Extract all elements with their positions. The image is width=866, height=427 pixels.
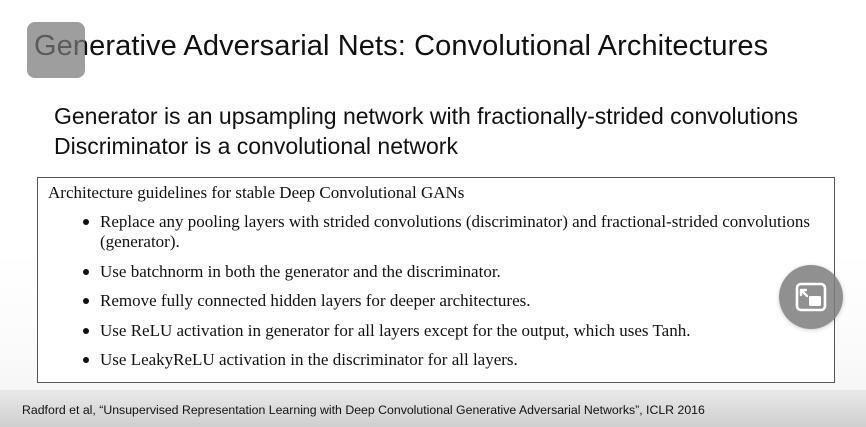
guideline-item: Use batchnorm in both the generator and … [83, 262, 501, 282]
bullet-dot-icon [83, 328, 89, 334]
citation: Radford et al, “Unsupervised Representat… [22, 403, 705, 417]
guideline-item: Remove fully connected hidden layers for… [83, 291, 531, 311]
guidelines-heading: Architecture guidelines for stable Deep … [48, 183, 465, 202]
bullet-dot-icon [83, 298, 89, 304]
guideline-text: Use batchnorm in both the generator and … [100, 262, 501, 281]
slide-title: Generative Adversarial Nets: Convolution… [34, 30, 769, 62]
subtitle-line-2: Discriminator is a convolutional network [54, 133, 458, 159]
subtitle-line-1: Generator is an upsampling network with … [54, 103, 799, 129]
bullet-dot-icon [83, 219, 89, 225]
bullet-dot-icon [83, 357, 89, 363]
picture-in-picture-button[interactable] [779, 265, 843, 329]
bullet-dot-icon [83, 269, 89, 275]
guideline-text: Replace any pooling layers with strided … [100, 212, 811, 251]
guideline-text: Use ReLU activation in generator for all… [100, 321, 691, 340]
overlay-corner-button[interactable] [27, 22, 85, 78]
picture-in-picture-icon [795, 282, 827, 312]
guideline-text: Use LeakyReLU activation in the discrimi… [100, 350, 518, 369]
guidelines-box: Architecture guidelines for stable Deep … [37, 177, 835, 383]
guideline-item: Use ReLU activation in generator for all… [83, 321, 691, 341]
guideline-text: Remove fully connected hidden layers for… [100, 291, 531, 310]
slide: Generative Adversarial Nets: Convolution… [0, 0, 866, 427]
guideline-item: Use LeakyReLU activation in the discrimi… [83, 350, 518, 370]
guideline-item: Replace any pooling layers with strided … [83, 212, 820, 252]
